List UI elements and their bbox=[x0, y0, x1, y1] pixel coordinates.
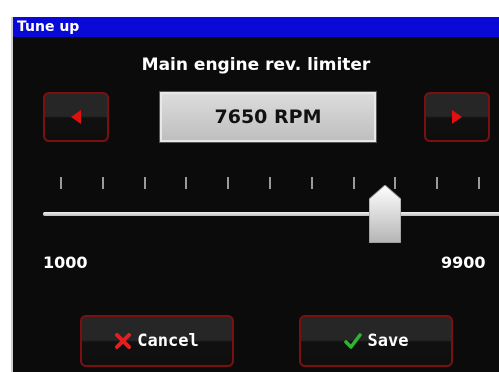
cancel-button[interactable]: Cancel bbox=[80, 315, 234, 367]
slider-tick bbox=[185, 177, 188, 189]
slider-tick bbox=[227, 177, 230, 189]
cancel-button-label: Cancel bbox=[137, 331, 199, 351]
tune-up-window: Tune up Main engine rev. limiter 7650 RP… bbox=[11, 17, 499, 372]
increase-button[interactable] bbox=[424, 92, 490, 142]
checkmark-icon bbox=[343, 333, 362, 349]
slider-tick bbox=[269, 177, 271, 189]
slider-thumb[interactable] bbox=[368, 184, 402, 244]
save-button-label: Save bbox=[367, 331, 409, 351]
triangle-right-icon bbox=[452, 110, 462, 124]
slider-tick bbox=[478, 177, 480, 189]
triangle-left-icon bbox=[71, 110, 81, 124]
x-icon bbox=[115, 333, 132, 349]
setting-label: Main engine rev. limiter bbox=[141, 55, 371, 75]
slider-tick bbox=[310, 177, 313, 189]
slider-max-label: 9900 bbox=[441, 253, 486, 272]
save-button[interactable]: Save bbox=[299, 315, 453, 367]
value-display: 7650 RPM bbox=[159, 91, 377, 143]
window-title: Tune up bbox=[13, 17, 499, 37]
decrease-button[interactable] bbox=[43, 92, 109, 142]
slider-ticks bbox=[13, 177, 499, 191]
slider-min-label: 1000 bbox=[43, 253, 88, 272]
slider-tick bbox=[143, 177, 146, 189]
slider-tick bbox=[436, 177, 439, 189]
slider-tick bbox=[352, 177, 355, 189]
slider-tick bbox=[101, 177, 104, 189]
slider-tick bbox=[60, 177, 62, 189]
slider-track[interactable] bbox=[43, 212, 499, 216]
